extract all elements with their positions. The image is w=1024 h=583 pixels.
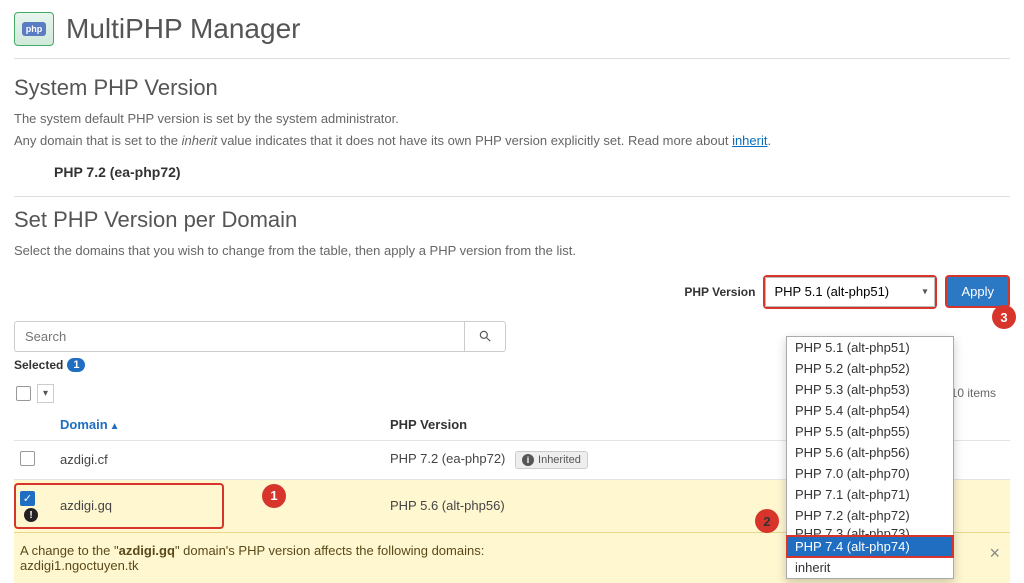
domain-cell: azdigi.cf	[54, 440, 384, 479]
apply-button[interactable]: Apply	[947, 277, 1008, 306]
php-version-select-wrap: PHP 5.1 (alt-php51) ▾	[763, 275, 937, 309]
callout-1: 1	[262, 484, 286, 508]
close-icon[interactable]: ×	[989, 543, 1000, 564]
sort-asc-icon: ▲	[110, 421, 120, 432]
select-all-dropdown[interactable]: ▾	[37, 384, 54, 403]
dropdown-option[interactable]: PHP 5.4 (alt-php54)	[787, 400, 953, 421]
php-version-label: PHP Version	[684, 285, 755, 299]
col-domain[interactable]: Domain▲	[54, 409, 384, 441]
dropdown-option[interactable]: PHP 5.3 (alt-php53)	[787, 379, 953, 400]
system-desc-2: Any domain that is set to the inherit va…	[14, 131, 1010, 151]
search-icon	[478, 329, 492, 343]
dropdown-option[interactable]: PHP 7.1 (alt-php71)	[787, 484, 953, 505]
php-version-select[interactable]: PHP 5.1 (alt-php51)	[765, 277, 935, 307]
system-php-version: PHP 7.2 (ea-php72)	[54, 164, 1010, 180]
php-version-dropdown: 2 PHP 5.1 (alt-php51) PHP 5.2 (alt-php52…	[786, 336, 954, 579]
search-button[interactable]	[464, 321, 506, 352]
domain-cell: azdigi.gq 1	[54, 479, 384, 532]
system-desc-1: The system default PHP version is set by…	[14, 109, 1010, 129]
dropdown-option[interactable]: PHP 5.5 (alt-php55)	[787, 421, 953, 442]
dropdown-option[interactable]: PHP 7.3 (alt-php73)	[787, 526, 953, 536]
dropdown-option[interactable]: inherit	[787, 557, 953, 578]
info-icon: i	[522, 454, 534, 466]
page-title: MultiPHP Manager	[66, 13, 300, 45]
dropdown-option-selected[interactable]: PHP 7.4 (alt-php74)	[787, 536, 953, 557]
warning-icon: !	[24, 508, 38, 522]
dropdown-option[interactable]: PHP 7.0 (alt-php70)	[787, 463, 953, 484]
dropdown-option[interactable]: PHP 5.1 (alt-php51)	[787, 337, 953, 358]
dropdown-option[interactable]: PHP 5.6 (alt-php56)	[787, 442, 953, 463]
dropdown-option[interactable]: PHP 5.2 (alt-php52)	[787, 358, 953, 379]
search-input[interactable]	[14, 321, 464, 352]
inherited-badge: iInherited	[515, 451, 588, 469]
inherit-link[interactable]: inherit	[732, 133, 767, 148]
callout-3: 3	[992, 305, 1016, 329]
per-domain-desc: Select the domains that you wish to chan…	[14, 241, 1010, 261]
page-header: php MultiPHP Manager	[14, 0, 1010, 59]
php-logo-icon: php	[14, 12, 54, 46]
system-version-heading: System PHP Version	[14, 75, 1010, 101]
row-checkbox[interactable]: ✓	[20, 491, 35, 506]
row-checkbox[interactable]	[20, 451, 35, 466]
callout-2: 2	[755, 509, 779, 533]
per-domain-heading: Set PHP Version per Domain	[14, 207, 1010, 233]
select-all-checkbox[interactable]	[16, 386, 31, 401]
apply-toolbar: PHP Version PHP 5.1 (alt-php51) ▾ Apply …	[14, 275, 1010, 309]
dropdown-option[interactable]: PHP 7.2 (alt-php72)	[787, 505, 953, 526]
